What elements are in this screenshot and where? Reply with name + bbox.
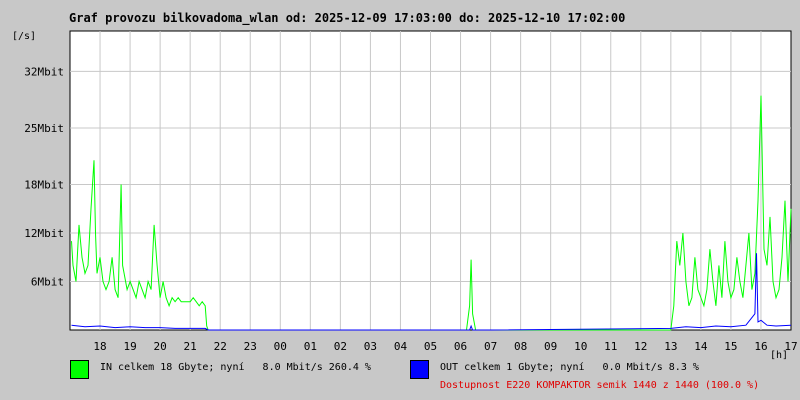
- x-tick-label: 07: [484, 340, 497, 353]
- y-tick-labels: 6Mbit 12Mbit 18Mbit 25Mbit 32Mbit: [24, 65, 64, 288]
- availability-text: Dostupnost E220 KOMPAKTOR semik 1440 z 1…: [440, 380, 760, 391]
- x-tick-label: 11: [604, 340, 617, 353]
- x-tick-label: 13: [664, 340, 677, 353]
- y-tick-label: 12Mbit: [24, 227, 64, 240]
- x-tick-label: 16: [754, 340, 767, 353]
- x-tick-label: 09: [544, 340, 557, 353]
- x-tick-label: 20: [154, 340, 167, 353]
- x-tick-label: 10: [574, 340, 587, 353]
- y-tick-label: 6Mbit: [31, 276, 64, 289]
- x-tick-label: 23: [244, 340, 257, 353]
- x-tick-label: 21: [184, 340, 197, 353]
- y-tick-label: 32Mbit: [24, 65, 64, 78]
- y-tick-label: 18Mbit: [24, 179, 64, 192]
- x-tick-labels: 18 19 20 21 22 23 00 01 02 03 04 05 06 07 08 09 10 11 12 13…: [93, 340, 797, 353]
- x-tick-label: 14: [694, 340, 708, 353]
- legend-in-text: IN celkem 18 Gbyte; nyní 8.0 Mbit/s 260.…: [100, 362, 371, 373]
- x-tick-label: 22: [214, 340, 227, 353]
- x-tick-label: 01: [304, 340, 317, 353]
- x-tick-label: 06: [454, 340, 467, 353]
- x-tick-label: 02: [334, 340, 347, 353]
- x-tick-label: 05: [424, 340, 437, 353]
- x-tick-label: 17: [784, 340, 797, 353]
- x-tick-label: 12: [634, 340, 647, 353]
- x-tick-label: 18: [93, 340, 106, 353]
- x-tick-label: 00: [274, 340, 287, 353]
- y-tick-label: 25Mbit: [24, 122, 64, 135]
- x-tick-label: 15: [724, 340, 737, 353]
- traffic-chart: 6Mbit 12Mbit 18Mbit 25Mbit 32Mbit 18 19 20 21 22…: [24, 30, 798, 353]
- x-tick-label: 04: [394, 340, 408, 353]
- x-tick-label: 19: [123, 340, 136, 353]
- x-tick-label: 08: [514, 340, 527, 353]
- legend-out-swatch: [410, 360, 429, 379]
- x-tick-label: 03: [364, 340, 377, 353]
- legend-in-swatch: [70, 360, 89, 379]
- legend-out-text: OUT celkem 1 Gbyte; nyní 0.0 Mbit/s 8.3 …: [440, 362, 699, 373]
